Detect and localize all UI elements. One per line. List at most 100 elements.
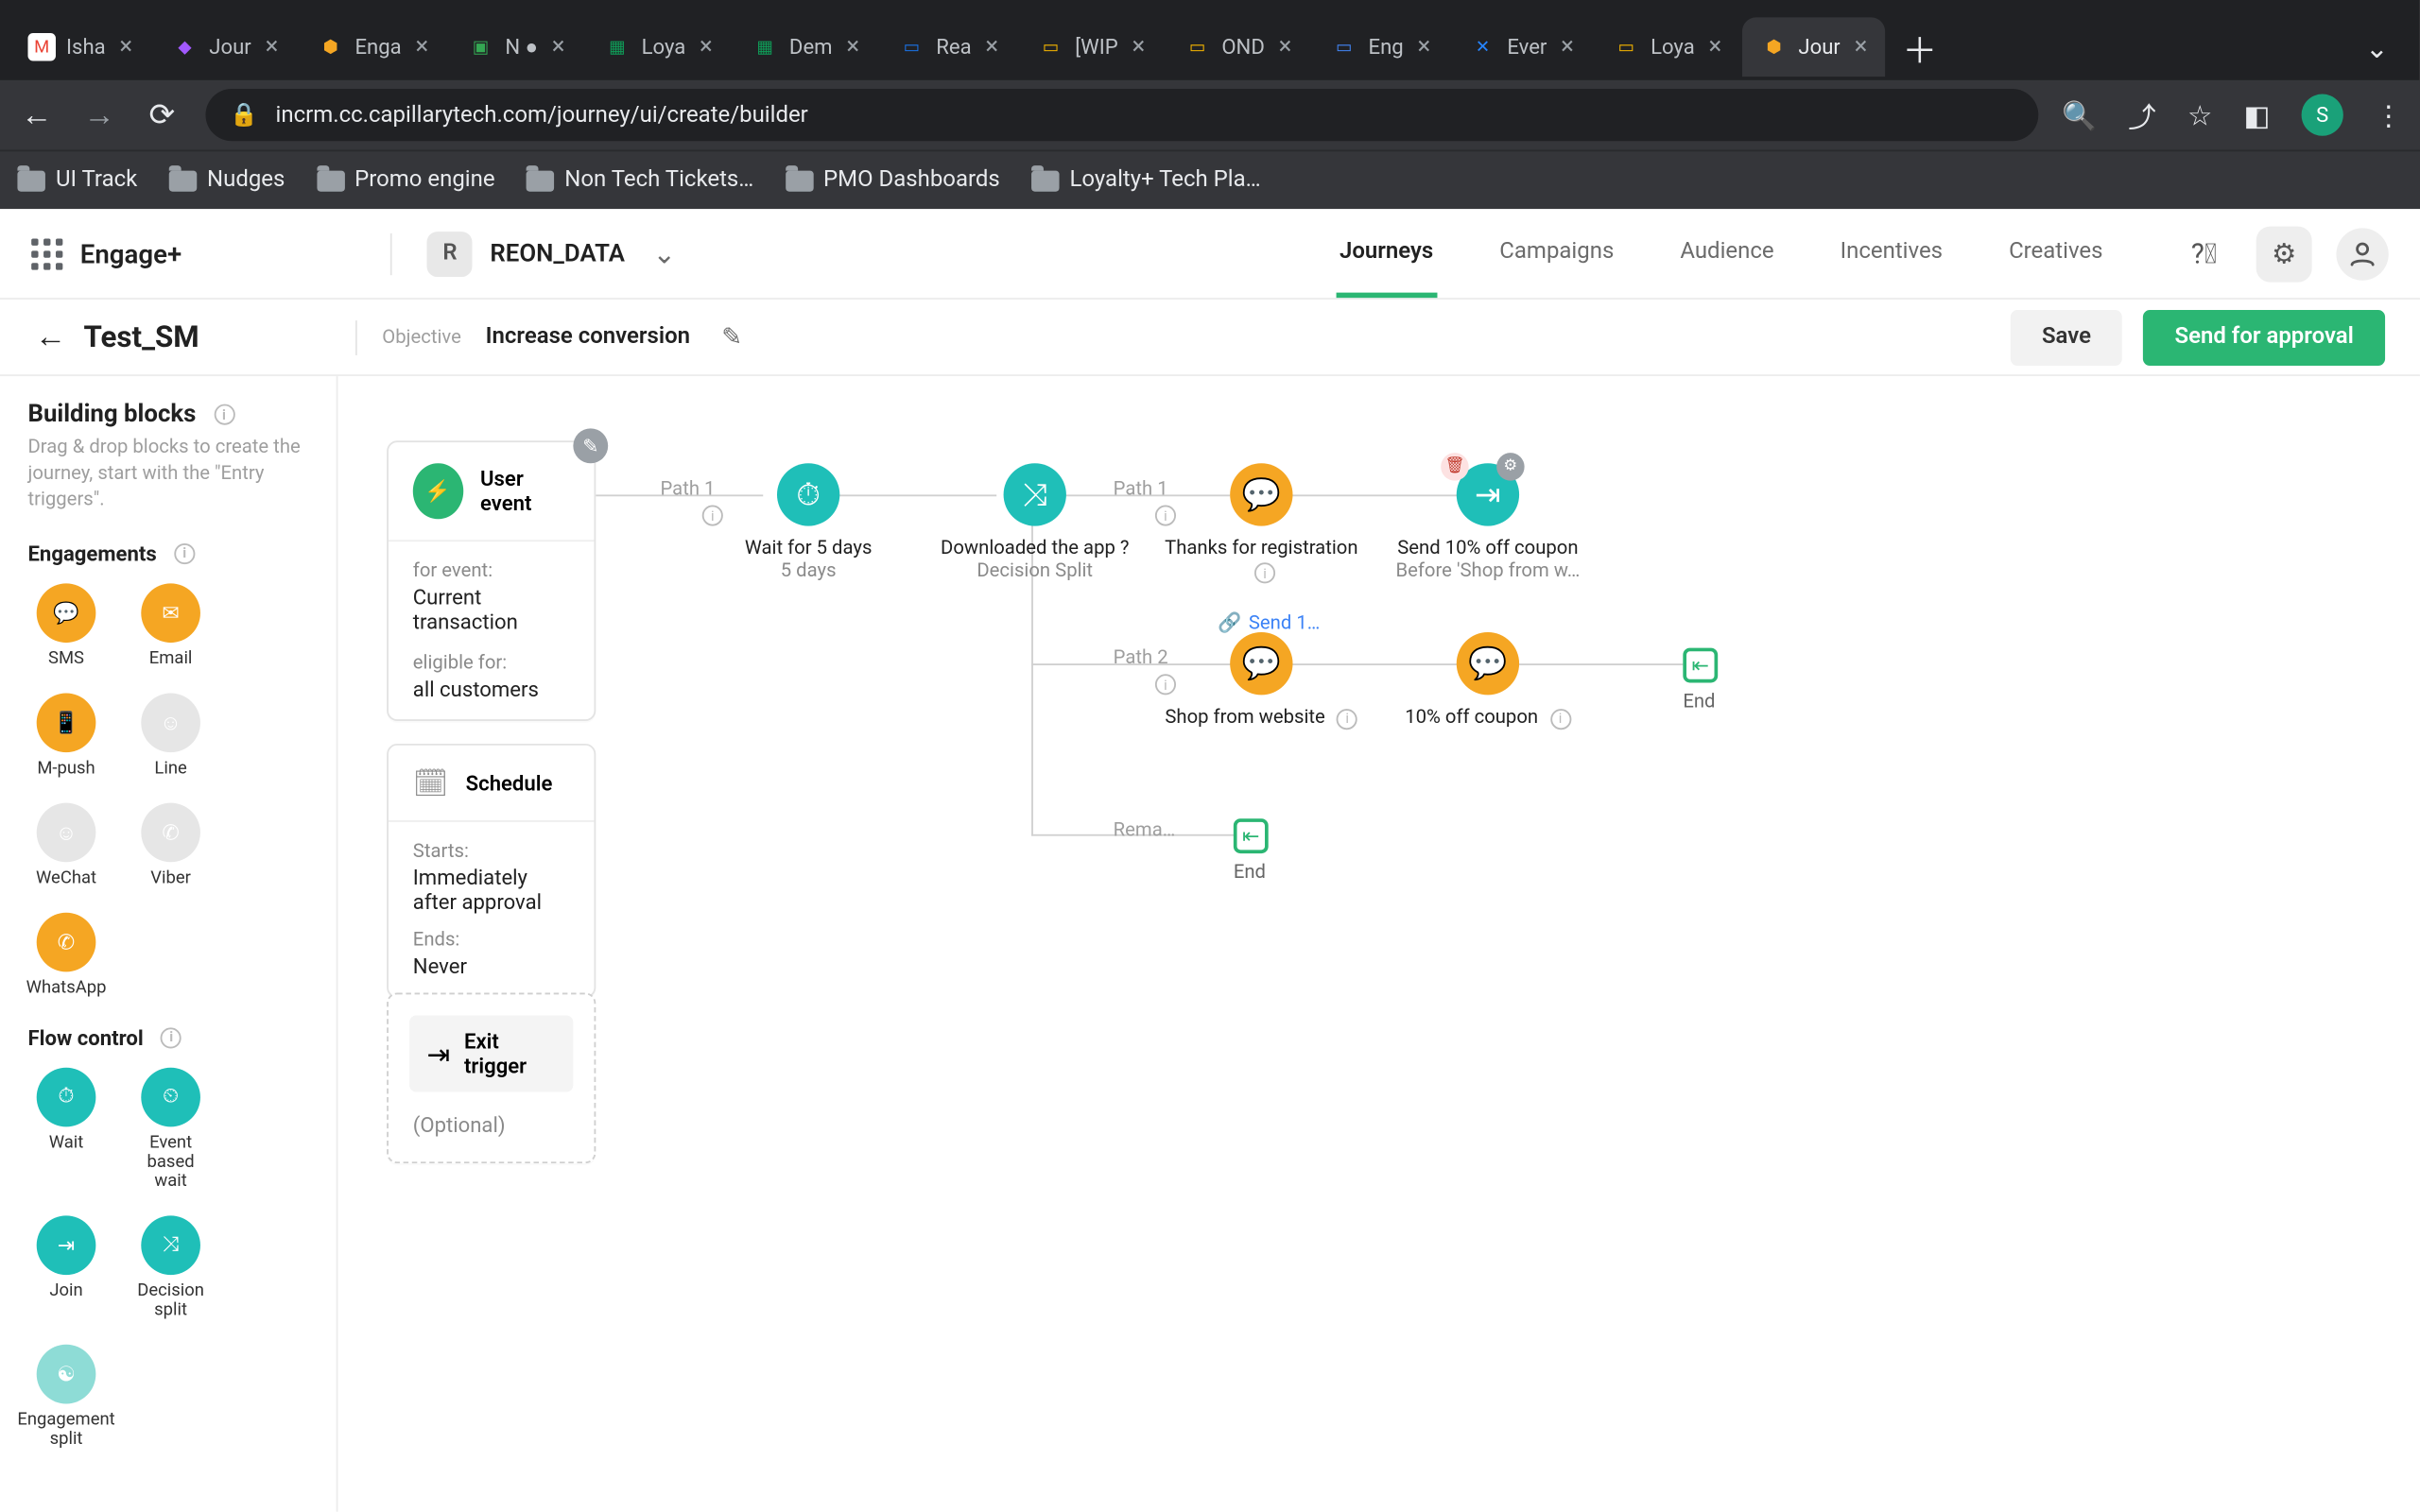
value: Current transaction — [413, 585, 570, 634]
card-exit-trigger[interactable]: ⇥ Exit trigger (Optional) — [387, 993, 596, 1164]
search-icon[interactable]: 🔍 — [2062, 98, 2097, 131]
block-email[interactable]: ✉Email — [132, 583, 209, 668]
bookmark-folder[interactable]: Promo engine — [317, 167, 495, 194]
objective-value: Increase conversion — [486, 324, 690, 351]
close-icon[interactable]: × — [1417, 33, 1430, 60]
browser-tab[interactable]: ✕Ever× — [1451, 17, 1591, 77]
save-button[interactable]: Save — [2011, 309, 2122, 365]
info-icon[interactable]: i — [1337, 708, 1357, 729]
node-send10[interactable]: 🗑 ⚙ ⇥ Send 10% off coupon Before 'Shop f… — [1374, 463, 1601, 581]
objective-label: Objective — [382, 326, 461, 349]
browser-tab[interactable]: ▦Loya× — [586, 17, 731, 77]
info-icon[interactable]: i — [1549, 708, 1570, 729]
block-wait[interactable]: ⏱Wait — [27, 1067, 104, 1191]
address-bar[interactable]: 🔒 incrm.cc.capillarytech.com/journey/ui/… — [205, 89, 2037, 141]
help-icon[interactable]: ?⃝ — [2176, 226, 2232, 282]
close-icon[interactable]: × — [552, 33, 565, 60]
close-icon[interactable]: × — [1561, 33, 1574, 60]
info-icon[interactable]: i — [214, 404, 234, 425]
url-text: incrm.cc.capillarytech.com/journey/ui/cr… — [276, 102, 808, 129]
back-icon[interactable]: ← — [17, 96, 56, 133]
apps-grid-icon[interactable] — [31, 238, 62, 269]
nav-incentives[interactable]: Incentives — [1837, 210, 1946, 297]
new-tab-button[interactable]: ＋ — [1889, 22, 1951, 72]
info-icon[interactable]: i — [1254, 562, 1275, 583]
share-icon[interactable]: ⤴ — [2128, 94, 2156, 136]
block-viber[interactable]: ✆Viber — [132, 802, 209, 887]
browser-tab[interactable]: ⬢Enga× — [299, 17, 445, 77]
bookmark-folder[interactable]: PMO Dashboards — [786, 167, 1000, 194]
user-menu[interactable] — [2336, 228, 2388, 280]
slides-icon: ▭ — [1613, 33, 1640, 60]
folder-icon — [1031, 170, 1059, 191]
docs-icon: ▭ — [1330, 33, 1357, 60]
nav-audience[interactable]: Audience — [1677, 210, 1778, 297]
delete-node-icon[interactable]: 🗑 — [1441, 453, 1468, 480]
card-title: Exit trigger — [464, 1029, 556, 1078]
browser-tab[interactable]: ▭Rea× — [880, 17, 1015, 77]
org-selector[interactable]: R REON_DATA ⌄ — [427, 231, 676, 276]
browser-tab[interactable]: ▭Eng× — [1313, 17, 1448, 77]
info-icon[interactable]: i — [161, 1027, 182, 1048]
settings-icon[interactable]: ⚙ — [2256, 226, 2312, 282]
node-decision[interactable]: ⤨ Downloaded the app ? Decision Split — [922, 463, 1149, 581]
close-icon[interactable]: × — [1709, 33, 1722, 60]
block-whatsapp[interactable]: ✆WhatsApp — [27, 912, 104, 997]
close-icon[interactable]: × — [415, 33, 428, 60]
card-schedule[interactable]: 🗓 Schedule Starts: Immediately after app… — [387, 744, 596, 998]
linked-reference[interactable]: 🔗 Send 1… — [1218, 611, 1320, 634]
browser-tab[interactable]: ▭Loya× — [1595, 17, 1739, 77]
bookmark-folder[interactable]: Non Tech Tickets… — [527, 167, 754, 194]
close-icon[interactable]: × — [846, 33, 859, 60]
node-thanks[interactable]: 💬 Thanks for registration i — [1149, 463, 1375, 583]
profile-avatar[interactable]: S — [2302, 94, 2343, 136]
browser-tab[interactable]: ▦Dem× — [734, 17, 877, 77]
card-user-event[interactable]: ✎ ⚡ User event for event: Current transa… — [387, 440, 596, 721]
block-sms[interactable]: 💬SMS — [27, 583, 104, 668]
block-engagement-split[interactable]: ☯Engagement split — [27, 1344, 104, 1449]
bookmark-star-icon[interactable]: ☆ — [2187, 98, 2212, 131]
back-arrow-icon[interactable]: ← — [35, 318, 66, 355]
browser-tab[interactable]: ▭OND× — [1166, 17, 1308, 77]
browser-tab[interactable]: ▭[WIP× — [1019, 17, 1162, 77]
node-shop[interactable]: 💬 Shop from website i — [1149, 632, 1375, 729]
close-icon[interactable]: × — [119, 33, 132, 60]
kebab-menu-icon[interactable]: ⋮ — [2375, 98, 2402, 131]
close-icon[interactable]: × — [266, 33, 279, 60]
close-icon[interactable]: × — [700, 33, 713, 60]
nav-journeys[interactable]: Journeys — [1336, 210, 1437, 297]
browser-tab[interactable]: MIsha× — [10, 17, 150, 77]
close-icon[interactable]: × — [985, 33, 998, 60]
edit-objective-icon[interactable]: ✎ — [721, 323, 742, 351]
bookmark-folder[interactable]: Nudges — [168, 167, 285, 194]
bookmark-folder[interactable]: UI Track — [17, 167, 137, 194]
tab-overflow-button[interactable]: ⌄ — [2344, 30, 2410, 63]
browser-tab[interactable]: ▣N ●× — [449, 17, 582, 77]
browser-tab[interactable]: ◆Jour× — [153, 17, 295, 77]
close-icon[interactable]: × — [1855, 33, 1868, 60]
block-decision-split[interactable]: ⤨Decision split — [132, 1215, 209, 1320]
block-join[interactable]: ⇥Join — [27, 1215, 104, 1320]
info-icon[interactable]: i — [174, 542, 195, 563]
close-icon[interactable]: × — [1132, 33, 1145, 60]
app-brand: Engage+ — [80, 238, 182, 269]
block-mpush[interactable]: 📱M-push — [27, 693, 104, 778]
bookmark-folder[interactable]: Loyalty+ Tech Pla… — [1031, 167, 1261, 194]
block-wechat[interactable]: ☺WeChat — [27, 802, 104, 887]
viber-icon: ✆ — [141, 802, 200, 862]
journey-canvas[interactable]: Path 1 i Path 1 i Path 2 i Rema… ✎ ⚡ Use… — [338, 376, 2420, 1512]
node-settings-icon[interactable]: ⚙ — [1496, 453, 1524, 480]
edit-card-icon[interactable]: ✎ — [573, 428, 608, 463]
block-event-wait[interactable]: ⏲Event based wait — [132, 1067, 209, 1191]
block-line[interactable]: ☺Line — [132, 693, 209, 778]
browser-tab-active[interactable]: ⬢Jour× — [1742, 17, 1884, 77]
node-10coupon[interactable]: 💬 10% off coupon i — [1374, 632, 1601, 729]
sidepanel-icon[interactable]: ◧ — [2244, 98, 2271, 131]
node-wait[interactable]: ⏱ Wait for 5 days 5 days — [695, 463, 922, 581]
close-icon[interactable]: × — [1279, 33, 1292, 60]
nav-campaigns[interactable]: Campaigns — [1496, 210, 1617, 297]
send-for-approval-button[interactable]: Send for approval — [2143, 309, 2385, 365]
engagement-split-icon: ☯ — [37, 1344, 96, 1403]
nav-creatives[interactable]: Creatives — [2005, 210, 2106, 297]
reload-icon[interactable]: ⟳ — [143, 96, 182, 133]
